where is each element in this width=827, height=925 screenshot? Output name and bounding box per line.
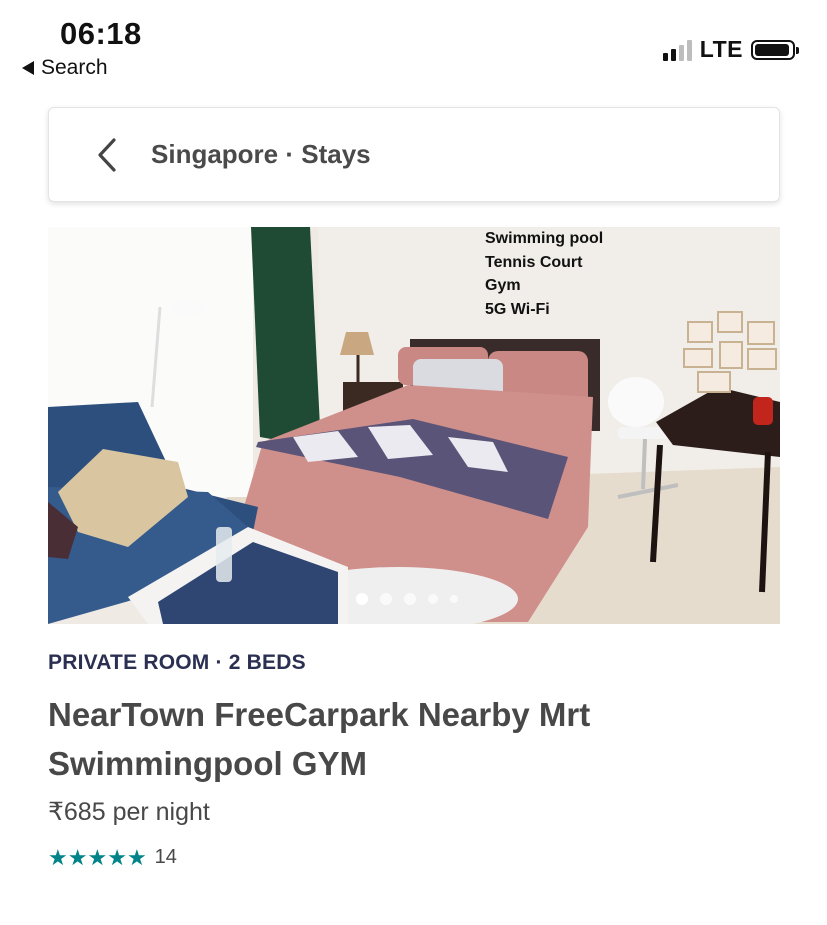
carousel-dot[interactable]	[404, 593, 416, 605]
amenity-item: 5G Wi-Fi	[485, 300, 550, 318]
amenity-item: Gym	[485, 277, 521, 294]
back-triangle-icon	[22, 61, 34, 75]
star-icon: ★	[87, 844, 108, 870]
listing-rating: ★ ★ ★ ★ ★ 14	[48, 846, 177, 869]
star-icon: ★	[48, 844, 68, 870]
back-button[interactable]	[85, 133, 129, 177]
listing-photo[interactable]: Swimming pool Tennis Court Gym 5G Wi-Fi	[48, 227, 780, 624]
back-to-app-button[interactable]: Search	[22, 56, 108, 80]
back-to-app-label: Search	[41, 56, 108, 79]
listing-type: PRIVATE ROOM · 2 BEDS	[48, 651, 306, 674]
location-title: Singapore · Stays	[151, 139, 371, 169]
battery-icon	[751, 39, 799, 60]
amenity-item: Swimming pool	[485, 230, 604, 247]
amenities-overlay: Swimming pool Tennis Court Gym 5G Wi-Fi	[485, 227, 603, 321]
review-count: 14	[154, 846, 177, 868]
status-indicators: LTE	[662, 36, 799, 63]
amenity-item: Tennis Court	[485, 253, 583, 271]
status-time: 06:18	[60, 16, 142, 51]
chevron-left-icon	[98, 137, 116, 172]
carousel-dot[interactable]	[428, 594, 438, 604]
network-type: LTE	[699, 36, 743, 62]
carousel-dot[interactable]	[380, 593, 392, 605]
carousel-dot[interactable]	[356, 593, 368, 605]
star-icon: ★	[107, 844, 127, 870]
listing-title[interactable]: NearTown FreeCarpark Nearby Mrt Swimming…	[48, 690, 768, 788]
location-search-bar[interactable]: Singapore · Stays	[48, 107, 780, 202]
rating-stars: ★ ★ ★ ★ ★	[48, 844, 147, 870]
room-photo-illustration	[48, 227, 780, 624]
star-icon: ★	[67, 844, 88, 870]
carousel-dot[interactable]	[450, 595, 458, 603]
carousel-indicator[interactable]	[356, 593, 458, 605]
cellular-signal-icon	[662, 39, 692, 61]
star-icon: ★	[126, 844, 147, 870]
listing-price: ₹685 per night	[48, 798, 210, 826]
